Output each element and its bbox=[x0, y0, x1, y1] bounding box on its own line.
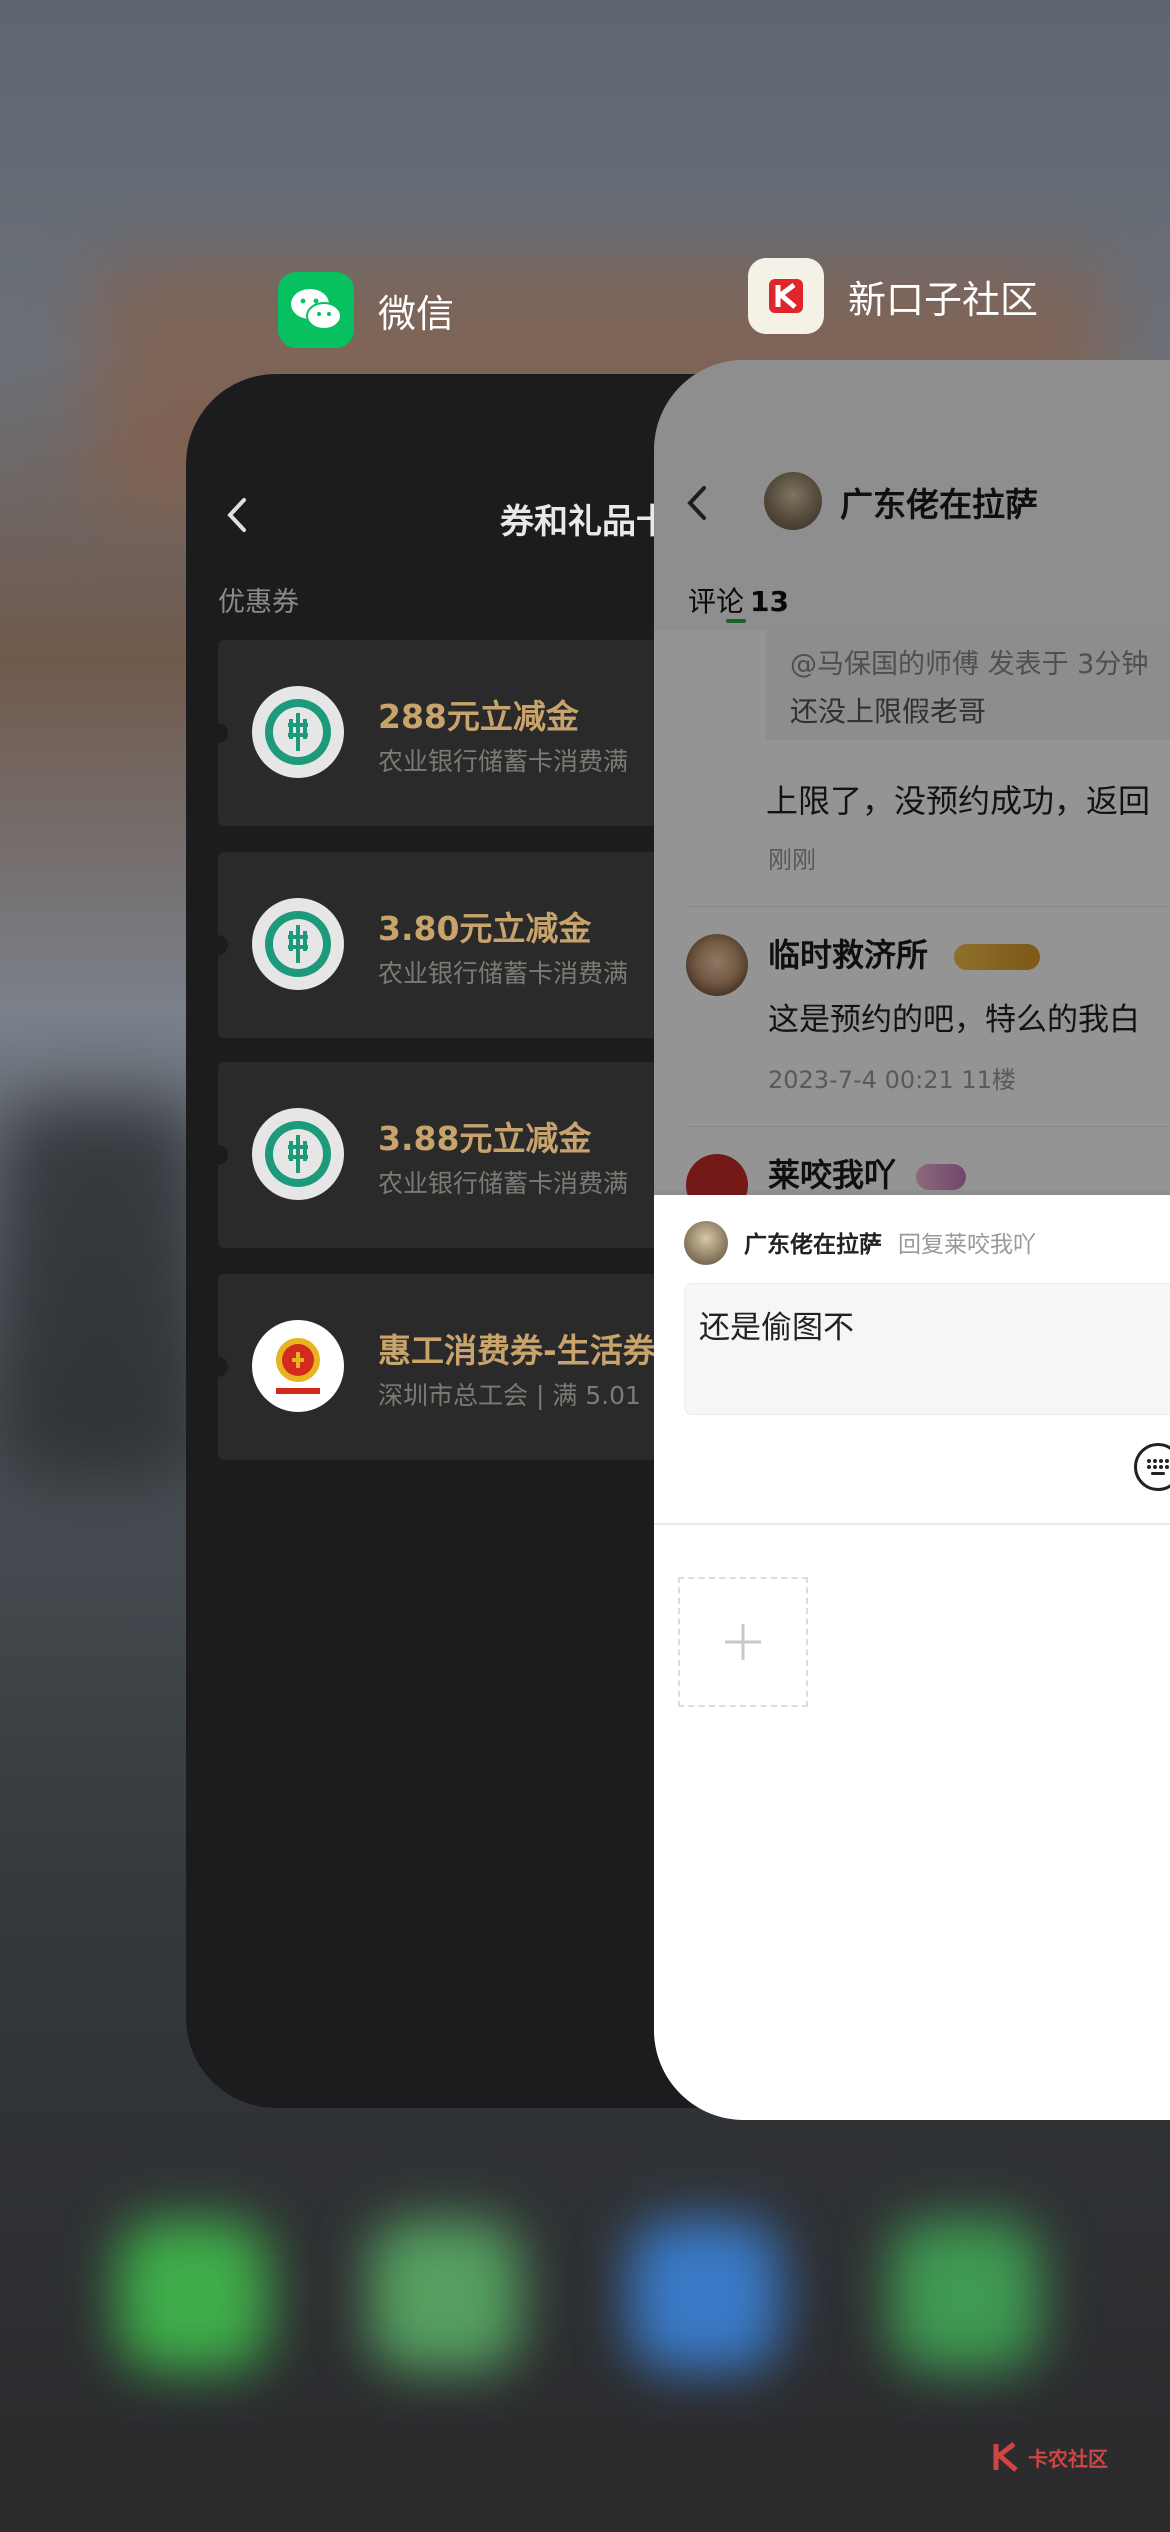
coupon-subtitle: 农业银行储蓄卡消费满 bbox=[378, 747, 629, 776]
coupon-title: 3.88元立减金 bbox=[378, 1119, 592, 1158]
watermark: 卡农社区 bbox=[988, 2440, 1108, 2474]
page-title: 券和礼品卡 bbox=[500, 502, 670, 542]
dock-app-icon bbox=[890, 2220, 1040, 2370]
abc-bank-logo bbox=[252, 898, 344, 990]
reply-input[interactable]: 还是偷图不 bbox=[684, 1283, 1170, 1415]
dock-app-icon bbox=[370, 2220, 520, 2370]
community-app-header[interactable]: 新口子社区 bbox=[748, 258, 1038, 334]
divider bbox=[654, 1523, 1170, 1525]
app-name-label: 新口子社区 bbox=[848, 277, 1039, 322]
abc-bank-logo bbox=[252, 1108, 344, 1200]
coupon-title: 3.80元立减金 bbox=[378, 909, 592, 948]
background-blur-shape bbox=[0, 1100, 200, 1480]
coupon-subtitle: 农业银行储蓄卡消费满 bbox=[378, 959, 629, 988]
back-arrow-icon[interactable] bbox=[212, 490, 262, 540]
abc-bank-logo bbox=[252, 686, 344, 778]
trade-union-logo bbox=[252, 1320, 344, 1412]
wechat-app-header[interactable]: 微信 bbox=[278, 272, 454, 348]
coupon-title: 288元立减金 bbox=[378, 697, 579, 736]
coupon-notch bbox=[208, 1357, 228, 1377]
reply-input-value: 还是偷图不 bbox=[699, 1310, 854, 1346]
coupon-title: 惠工消费券-生活券 bbox=[378, 1331, 656, 1370]
k-logo-icon bbox=[748, 258, 824, 334]
avatar bbox=[684, 1221, 728, 1265]
coupon-subtitle: 农业银行储蓄卡消费满 bbox=[378, 1169, 629, 1198]
plus-icon bbox=[725, 1624, 761, 1660]
wechat-icon bbox=[278, 272, 354, 348]
community-app-card[interactable]: 广东佬在拉萨 评论 13 @马保国的师傅 发表于 3分钟 还没上限假老哥 上限了，… bbox=[654, 360, 1170, 2120]
keyboard-icon[interactable] bbox=[1134, 1443, 1170, 1491]
dock-app-icon bbox=[118, 2220, 268, 2370]
reply-panel: 广东佬在拉萨 回复莱咬我吖 还是偷图不 bbox=[654, 1195, 1170, 2120]
coupon-subtitle: 深圳市总工会 | 满 5.01 bbox=[378, 1381, 641, 1410]
watermark-text: 卡农社区 bbox=[1028, 2446, 1108, 2471]
app-name-label: 微信 bbox=[378, 291, 455, 336]
coupon-notch bbox=[208, 935, 228, 955]
reply-user-name: 广东佬在拉萨 bbox=[744, 1232, 882, 1258]
modal-overlay[interactable] bbox=[654, 360, 1170, 1195]
coupon-notch bbox=[208, 1145, 228, 1165]
reply-to-label: 回复莱咬我吖 bbox=[898, 1232, 1036, 1258]
k-logo-icon bbox=[993, 2442, 1018, 2472]
section-label: 优惠券 bbox=[218, 587, 299, 618]
add-image-button[interactable] bbox=[678, 1577, 808, 1707]
coupon-notch bbox=[208, 723, 228, 743]
dock-app-icon bbox=[630, 2220, 780, 2370]
